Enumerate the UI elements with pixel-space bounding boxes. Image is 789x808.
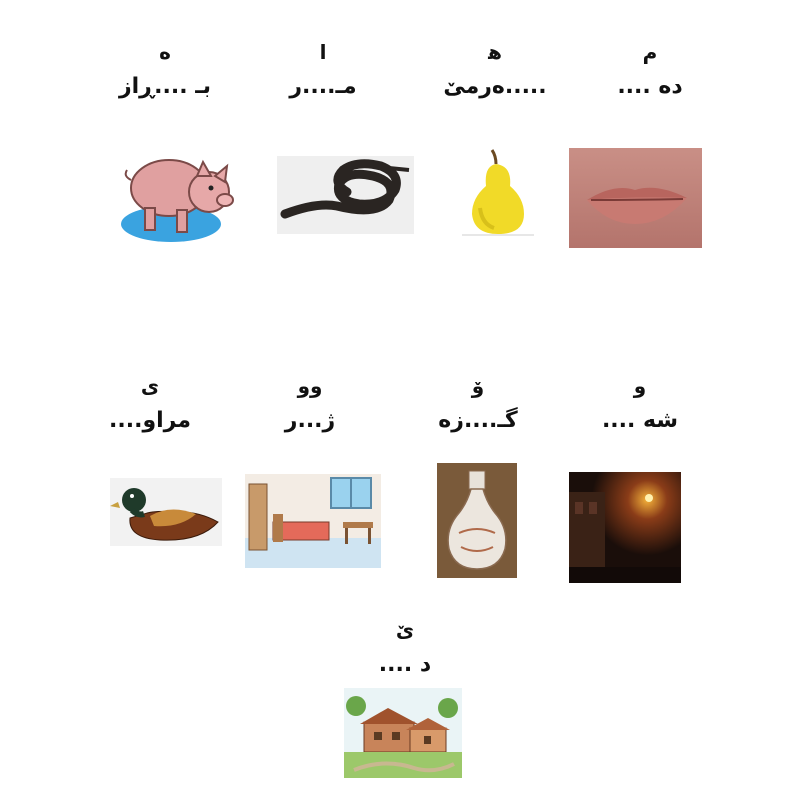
letter-1: م	[642, 40, 658, 64]
word-5: شە ....	[601, 408, 679, 433]
jug-icon	[437, 463, 517, 578]
duck-icon	[110, 478, 222, 546]
word-8: مراو....	[109, 408, 191, 433]
pear-icon	[462, 146, 534, 238]
snake-icon	[277, 156, 414, 234]
night-street-icon	[569, 472, 681, 583]
word-6: گـ....زە	[438, 408, 518, 433]
word-1: دە ....	[617, 74, 683, 99]
word-4: بـ ....ڕاز	[118, 74, 212, 99]
word-7: ژ...ر	[284, 408, 336, 433]
letter-6: ۆ	[471, 374, 485, 398]
letter-2: ه‍	[488, 40, 502, 64]
letter-9: ێ	[395, 618, 415, 642]
letter-8: ی	[140, 374, 160, 398]
village-icon	[344, 688, 462, 778]
letter-3: ا	[319, 40, 327, 64]
letter-7: وو	[297, 374, 323, 398]
word-9: د ....	[378, 652, 432, 677]
pig-icon	[119, 136, 235, 246]
bedroom-icon	[245, 474, 381, 568]
word-3: مـ....ر	[289, 74, 357, 99]
word-2: .....ەرمێ	[443, 74, 547, 99]
letter-4: ە	[159, 40, 171, 64]
letter-5: و	[633, 374, 647, 398]
lips-icon	[569, 148, 702, 248]
